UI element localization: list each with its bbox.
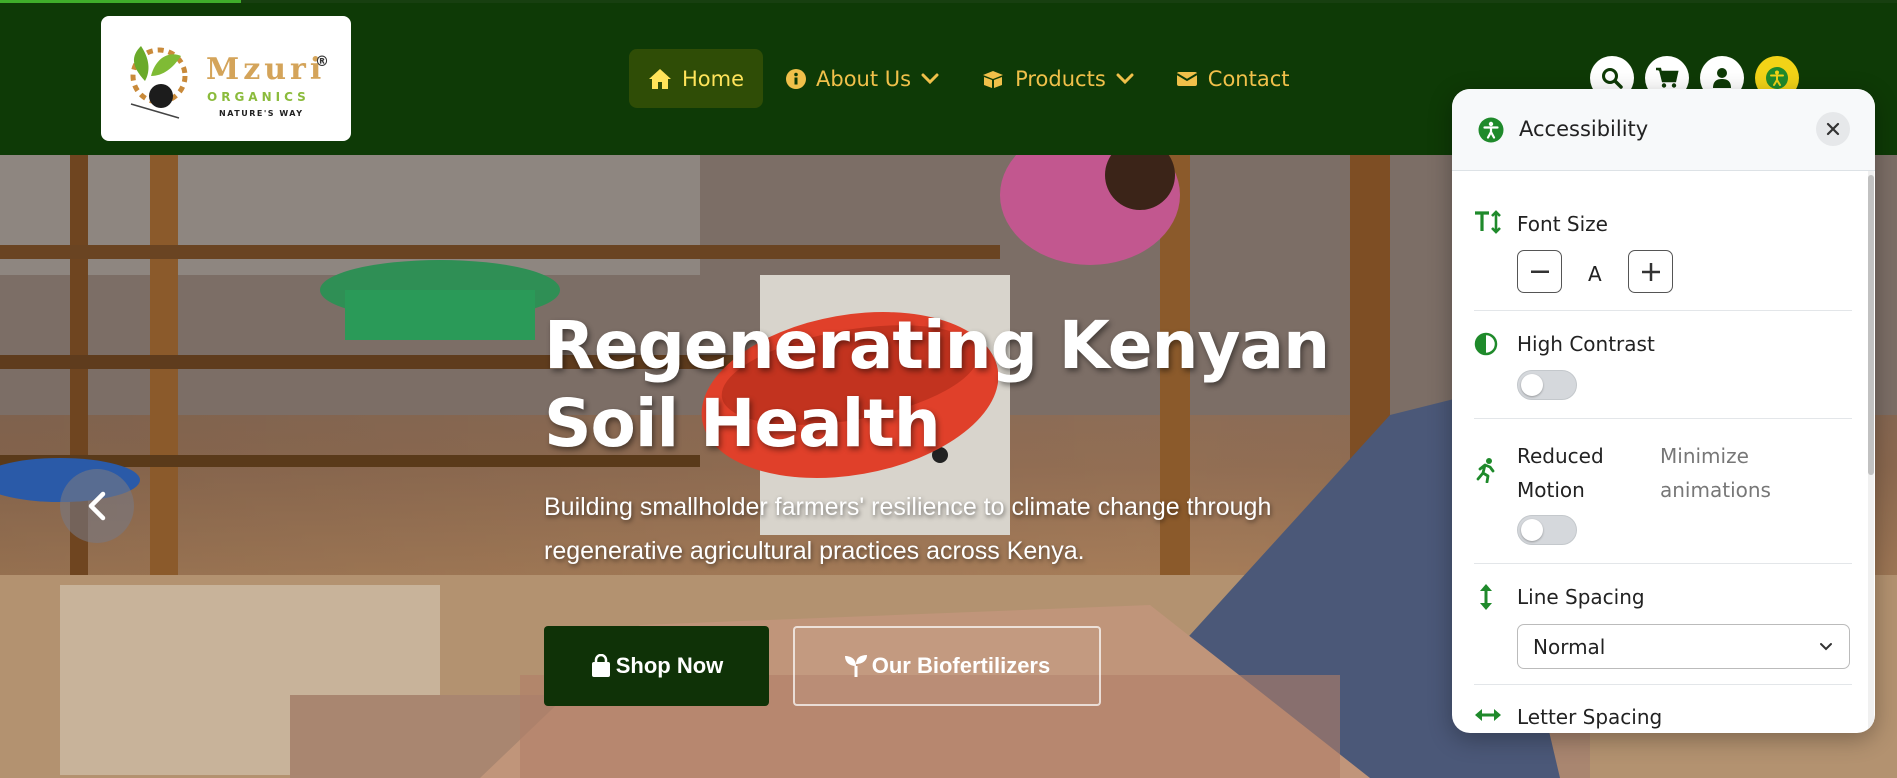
high-contrast-toggle[interactable] <box>1517 370 1577 400</box>
logo-brand-name: Mzuri <box>206 52 326 87</box>
section-divider <box>1474 684 1852 685</box>
box-icon <box>983 70 1004 88</box>
text-height-icon <box>1475 210 1501 234</box>
user-icon <box>1713 68 1731 88</box>
hero-title: Regenerating Kenyan Soil Health <box>544 307 1330 462</box>
seedling-icon <box>844 655 867 677</box>
chevron-left-icon <box>88 491 106 521</box>
close-icon <box>1826 122 1840 136</box>
contrast-icon <box>1474 332 1498 356</box>
our-biofertilizers-button[interactable]: Our Biofertilizers <box>793 626 1101 706</box>
font-size-value: A <box>1588 262 1602 286</box>
section-divider <box>1474 563 1852 564</box>
close-button[interactable] <box>1816 112 1850 146</box>
accessibility-panel: Accessibility Font Size A High Contrast … <box>1452 89 1875 733</box>
cart-icon <box>1656 67 1679 88</box>
chevron-down-icon <box>1116 73 1134 84</box>
nav-item-label: Products <box>1015 66 1106 91</box>
toggle-knob <box>1521 374 1543 396</box>
logo-brand-sub: ORGANICS <box>207 90 310 104</box>
plus-icon <box>1641 262 1660 281</box>
arrows-vertical-icon <box>1480 584 1492 610</box>
page-progress-bar <box>0 0 1897 3</box>
high-contrast-label: High Contrast <box>1517 332 1655 356</box>
nav-item-label: Home <box>682 66 745 91</box>
nav-item-home[interactable]: Home <box>629 49 764 108</box>
info-icon <box>786 68 807 89</box>
accessibility-panel-title: Accessibility <box>1519 117 1649 141</box>
envelope-icon <box>1176 71 1198 86</box>
reduced-motion-toggle[interactable] <box>1517 515 1577 545</box>
nav-item-label: About Us <box>816 66 912 91</box>
search-icon <box>1602 68 1623 89</box>
our-biofertilizers-label: Our Biofertilizers <box>871 653 1051 678</box>
accessibility-icon <box>1766 67 1788 89</box>
running-person-icon <box>1476 458 1495 483</box>
page-progress-fill <box>0 0 241 3</box>
accessibility-icon <box>1478 117 1504 143</box>
accessibility-panel-header: Accessibility <box>1452 89 1875 171</box>
logo-registered-mark: ® <box>315 54 329 70</box>
reduced-motion-description: Minimize animations <box>1660 444 1771 502</box>
reduced-motion-label: Reduced Motion <box>1517 444 1604 502</box>
font-size-decrease-button[interactable] <box>1517 250 1562 293</box>
chevron-down-icon <box>921 73 939 84</box>
logo-tagline: NATURE'S WAY <box>219 109 304 118</box>
minus-icon <box>1530 270 1549 273</box>
shop-now-label: Shop Now <box>615 653 724 678</box>
carousel-prev-button[interactable] <box>60 469 134 543</box>
hero-subtitle: Building smallholder farmers' resilience… <box>544 493 1272 565</box>
font-size-increase-button[interactable] <box>1628 250 1673 293</box>
font-size-label: Font Size <box>1517 212 1608 236</box>
nav-item-products[interactable]: Products <box>962 49 1153 108</box>
section-divider <box>1474 310 1852 311</box>
main-nav: Home About Us Products Contact <box>629 49 1312 108</box>
panel-scrollbar[interactable] <box>1868 171 1874 733</box>
arrows-horizontal-icon <box>1475 709 1501 721</box>
line-spacing-selected-value: Normal <box>1533 634 1606 659</box>
home-icon <box>649 68 671 89</box>
shop-now-button[interactable]: Shop Now <box>544 626 769 706</box>
chevron-down-icon <box>1820 643 1832 651</box>
toggle-knob <box>1521 519 1543 541</box>
line-spacing-label: Line Spacing <box>1517 585 1645 609</box>
shopping-bag-icon <box>591 654 610 677</box>
letter-spacing-label: Letter Spacing <box>1517 705 1663 729</box>
line-spacing-select[interactable]: Normal <box>1517 624 1850 669</box>
nav-item-label: Contact <box>1207 66 1290 91</box>
nav-item-contact[interactable]: Contact <box>1157 49 1309 108</box>
panel-scrollbar-thumb[interactable] <box>1868 175 1874 475</box>
section-divider <box>1474 418 1852 419</box>
nav-item-about-us[interactable]: About Us <box>767 49 958 108</box>
site-logo[interactable]: Mzuri ® ORGANICS NATURE'S WAY <box>101 16 351 141</box>
